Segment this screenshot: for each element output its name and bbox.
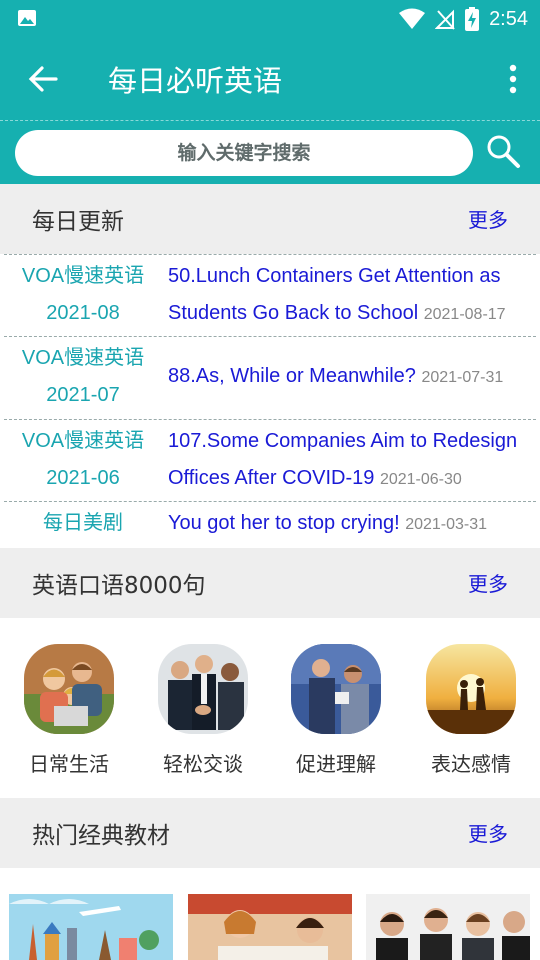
section-header-daily: 每日更新 更多 xyxy=(0,184,540,254)
more-link[interactable]: 更多 xyxy=(468,818,508,847)
business-handshake-photo xyxy=(158,644,248,734)
item-title: 50.Lunch Containers Get Attention as Stu… xyxy=(168,265,506,324)
divider xyxy=(4,501,536,502)
section-title: 每日更新 xyxy=(32,209,124,235)
divider xyxy=(4,419,536,420)
section-header-oral: 英语口语8000句 更多 xyxy=(0,548,540,618)
item-title: 88.As, While or Meanwhile? 2021-07-31 xyxy=(168,365,504,387)
item-category: 每日美剧 xyxy=(43,512,123,534)
item-date: 2021-06-30 xyxy=(379,471,462,488)
oral-category-grid: 日常生活 轻松交谈 促进理解 表达感情 xyxy=(0,618,540,798)
office-conversation-photo xyxy=(291,644,381,734)
no-signal-icon xyxy=(435,9,455,30)
battery-charging-icon xyxy=(465,7,480,31)
list-item[interactable]: VOA慢速英语 2021-06 107.Some Companies Aim to… xyxy=(0,423,540,497)
search-bar: 输入关键字搜索 xyxy=(0,120,540,184)
textbook-card[interactable] xyxy=(9,894,173,960)
status-bar: 2:54 xyxy=(0,0,540,38)
list-item[interactable]: VOA慢速英语 2021-07 88.As, While or Meanwhile… xyxy=(0,340,540,414)
category-label: 日常生活 xyxy=(29,752,109,776)
arrow-back-icon[interactable] xyxy=(26,62,60,96)
more-link[interactable]: 更多 xyxy=(468,568,508,597)
travel-landmarks-illustration xyxy=(9,894,173,960)
wifi-icon xyxy=(399,8,426,29)
divider xyxy=(4,336,536,337)
item-date: 2021-03-31 xyxy=(405,516,488,533)
sunset-couple-photo xyxy=(426,644,516,734)
section-title: 英语口语8000句 xyxy=(32,573,206,599)
item-category: VOA慢速英语 2021-08 xyxy=(21,265,145,324)
item-date: 2021-07-31 xyxy=(421,369,504,386)
category-easy-talk[interactable]: 轻松交谈 xyxy=(136,644,270,777)
category-label: 促进理解 xyxy=(296,752,376,776)
divider xyxy=(4,254,536,255)
item-title: You got her to stop crying! 2021-03-31 xyxy=(168,512,488,534)
business-meeting-photo xyxy=(366,894,530,960)
category-emotions[interactable]: 表达感情 xyxy=(404,644,538,777)
page-title: 每日必听英语 xyxy=(108,64,283,98)
textbook-list xyxy=(0,894,540,960)
textbook-card[interactable] xyxy=(188,894,352,960)
category-label: 轻松交谈 xyxy=(163,752,243,776)
category-understanding[interactable]: 促进理解 xyxy=(269,644,403,777)
section-header-classic: 热门经典教材 更多 xyxy=(0,798,540,868)
item-category: VOA慢速英语 2021-07 xyxy=(21,347,145,406)
search-icon[interactable] xyxy=(485,133,521,169)
more-link[interactable]: 更多 xyxy=(468,204,508,233)
item-date: 2021-08-17 xyxy=(423,306,506,323)
search-input[interactable]: 输入关键字搜索 xyxy=(15,130,473,176)
list-item[interactable]: 每日美剧 You got her to stop crying! 2021-03… xyxy=(0,505,540,545)
section-title: 热门经典教材 xyxy=(32,823,170,849)
status-time: 2:54 xyxy=(489,7,528,30)
app-bar: 每日必听英语 xyxy=(0,38,540,120)
students-studying-photo xyxy=(188,894,352,960)
textbook-card[interactable] xyxy=(366,894,530,960)
more-vert-icon[interactable] xyxy=(508,64,518,94)
item-category: VOA慢速英语 2021-06 xyxy=(21,430,145,489)
family-photo xyxy=(24,644,114,734)
category-daily-life[interactable]: 日常生活 xyxy=(2,644,136,777)
item-title: 107.Some Companies Aim to Redesign Offic… xyxy=(168,430,518,489)
gallery-icon xyxy=(18,10,36,26)
category-label: 表达感情 xyxy=(431,752,511,776)
news-list: VOA慢速英语 2021-08 50.Lunch Containers Get A… xyxy=(0,254,540,548)
list-item[interactable]: VOA慢速英语 2021-08 50.Lunch Containers Get A… xyxy=(0,258,540,332)
